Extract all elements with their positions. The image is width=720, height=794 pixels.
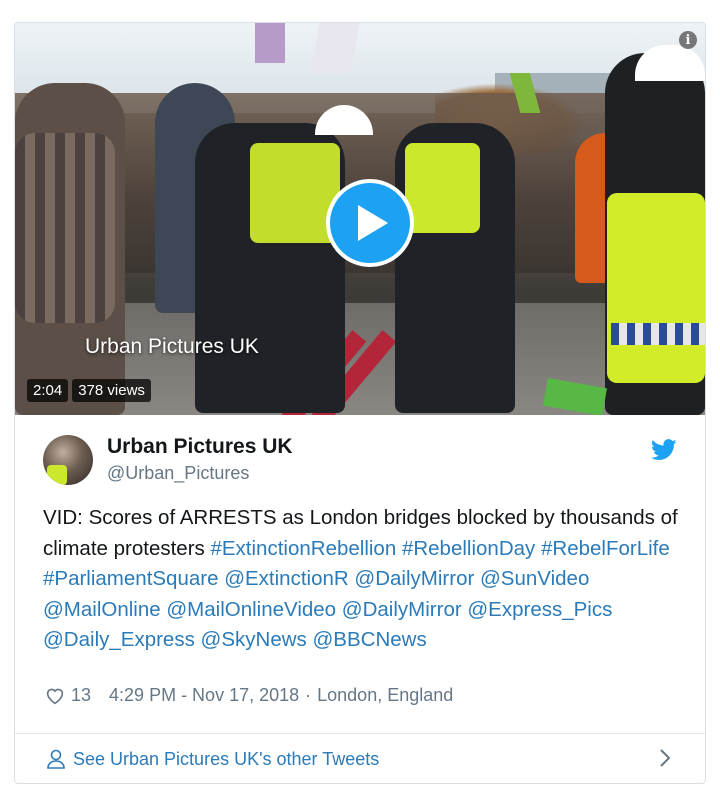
info-icon[interactable]: i (679, 31, 697, 49)
mention-link[interactable]: @SkyNews (201, 628, 307, 651)
mention-link[interactable]: @ExtinctionR (224, 567, 349, 590)
mention-link[interactable]: @DailyMirror (354, 567, 474, 590)
video-frame-hi-vis-vest (405, 143, 480, 233)
person-icon (47, 749, 65, 769)
video-frame-vest-checker (611, 323, 705, 345)
mention-link[interactable]: @DailyMirror (342, 598, 462, 621)
video-view-count: 378 views (72, 379, 151, 402)
see-other-tweets-link[interactable]: See Urban Pictures UK's other Tweets (15, 734, 705, 783)
video-frame-flag (255, 23, 285, 63)
hashtag-link[interactable]: #RebellionDay (402, 537, 535, 560)
twitter-bird-icon[interactable] (651, 439, 677, 461)
tweet-timestamp[interactable]: 4:29 PM - Nov 17, 2018 (109, 685, 299, 706)
tweet-meta: 13 4:29 PM - Nov 17, 2018 · London, Engl… (45, 685, 453, 706)
mention-link[interactable]: @MailOnline (43, 598, 161, 621)
video-duration: 2:04 (27, 379, 69, 402)
video-badges: 2:04 378 views (27, 379, 151, 402)
hashtag-link[interactable]: #RebelForLife (541, 537, 670, 560)
embedded-tweet-card: i Urban Pictures UK 2:04 378 views Urban… (14, 22, 706, 784)
like-count[interactable]: 13 (71, 685, 91, 706)
avatar[interactable] (43, 435, 93, 485)
heart-icon[interactable] (45, 687, 65, 705)
play-icon (358, 205, 388, 241)
chevron-right-icon (660, 749, 671, 767)
author-name[interactable]: Urban Pictures UK (107, 435, 293, 459)
mention-link[interactable]: @Express_Pics (467, 598, 612, 621)
see-other-tweets-label: See Urban Pictures UK's other Tweets (73, 748, 380, 769)
tweet-location[interactable]: London, England (317, 685, 453, 706)
play-button[interactable] (326, 179, 414, 267)
author-handle[interactable]: @Urban_Pictures (107, 463, 249, 484)
tweet-body: Urban Pictures UK @Urban_Pictures VID: S… (15, 415, 705, 733)
mention-link[interactable]: @SunVideo (480, 567, 589, 590)
mention-link[interactable]: @MailOnlineVideo (166, 598, 336, 621)
meta-separator: · (305, 685, 312, 705)
hashtag-link[interactable]: #ExtinctionRebellion (210, 537, 396, 560)
hashtag-link[interactable]: #ParliamentSquare (43, 567, 219, 590)
mention-link[interactable]: @BBCNews (312, 628, 426, 651)
video-player[interactable]: i Urban Pictures UK 2:04 378 views (15, 23, 705, 415)
tweet-text: VID: Scores of ARRESTS as London bridges… (43, 503, 693, 656)
mention-link[interactable]: @Daily_Express (43, 628, 195, 651)
video-frame-person (15, 133, 115, 323)
video-frame-hi-vis-vest (607, 193, 705, 383)
video-watermark: Urban Pictures UK (85, 335, 259, 358)
